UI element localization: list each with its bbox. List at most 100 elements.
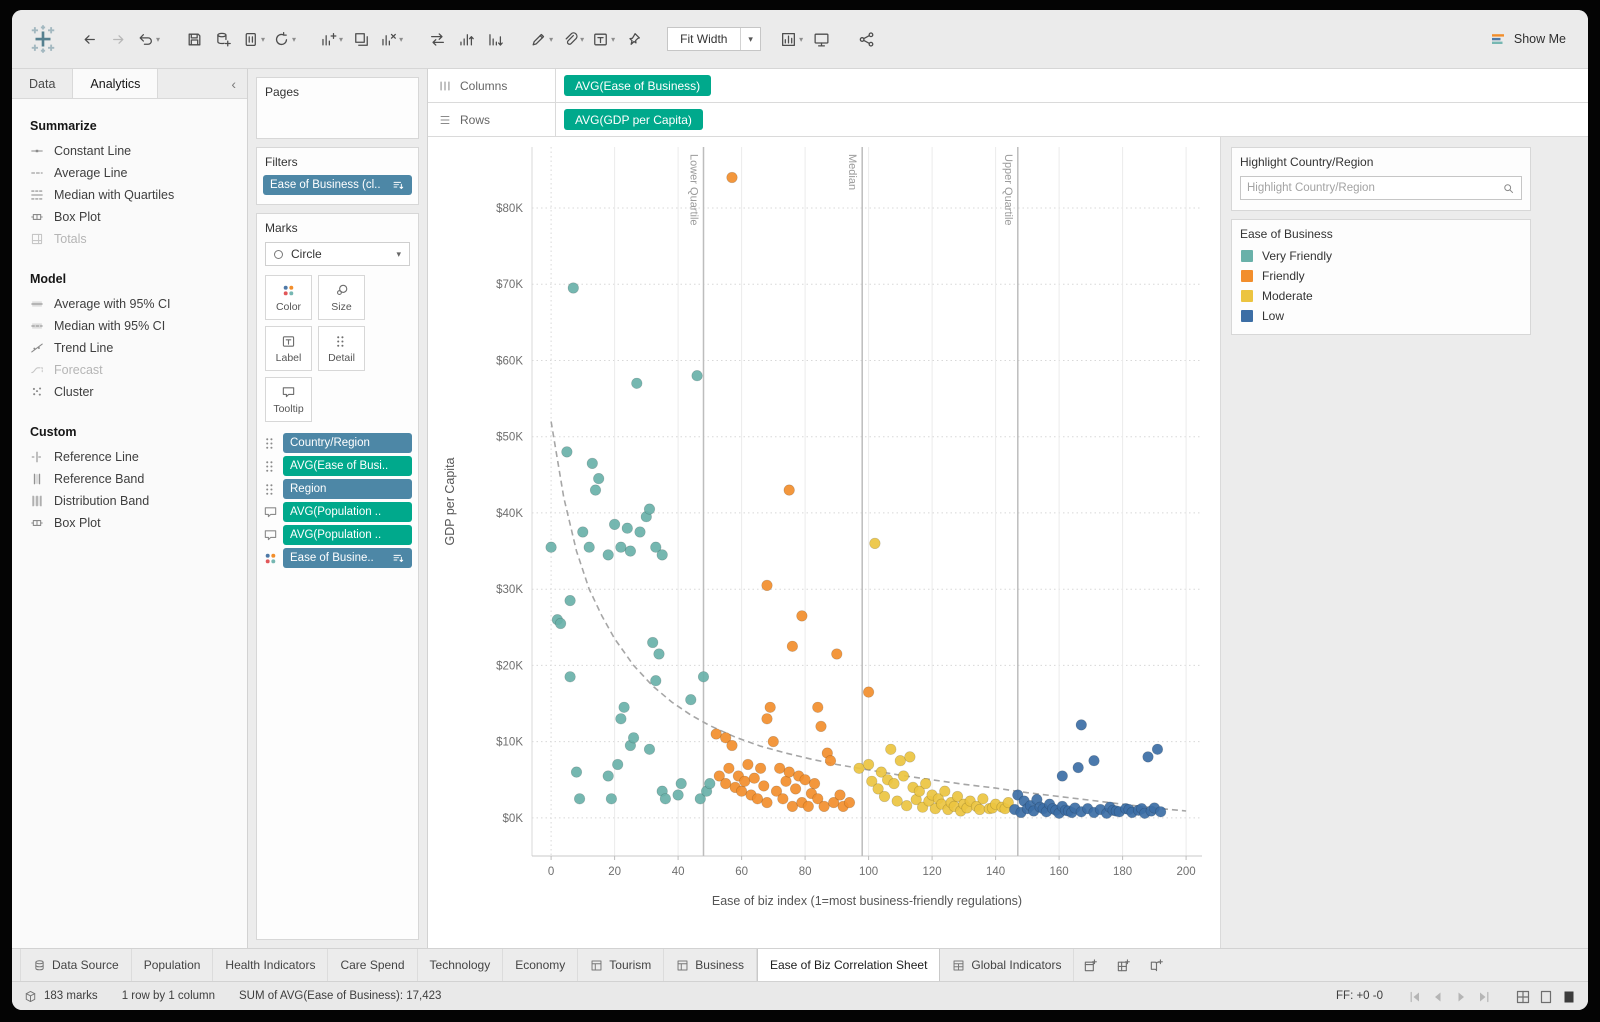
data-point[interactable] <box>891 795 903 807</box>
data-point[interactable] <box>1056 770 1068 782</box>
data-point[interactable] <box>589 484 602 496</box>
step-back-button[interactable] <box>1430 989 1445 1004</box>
sheet-tab-economy[interactable]: Economy <box>503 949 579 981</box>
data-point[interactable] <box>736 785 748 797</box>
pill-avg-ease-of-business[interactable]: AVG(Ease of Business) <box>564 75 712 96</box>
skip-start-button[interactable] <box>1407 989 1422 1004</box>
data-point[interactable] <box>634 526 646 538</box>
data-point[interactable] <box>643 743 656 755</box>
sheet-tab-tourism[interactable]: Tourism <box>578 949 665 981</box>
data-point[interactable] <box>605 793 617 805</box>
data-point[interactable] <box>672 789 684 801</box>
save-button[interactable] <box>181 26 208 52</box>
data-point[interactable] <box>685 694 697 706</box>
analytics-item-cluster[interactable]: Cluster <box>12 381 247 403</box>
data-point[interactable] <box>894 755 906 767</box>
pill-avg-gdp-per-capita[interactable]: AVG(GDP per Capita) <box>564 109 703 130</box>
data-point[interactable] <box>555 617 567 630</box>
data-point[interactable] <box>790 783 802 795</box>
data-point[interactable] <box>723 762 735 774</box>
rows-shelf[interactable]: Rows AVG(GDP per Capita) <box>428 103 1588 137</box>
pill-ease-of-business-cl[interactable]: Ease of Business (cl.. <box>263 175 412 195</box>
pill-ease-of-busine[interactable]: Ease of Busine.. <box>283 548 412 568</box>
data-point[interactable] <box>720 777 732 790</box>
analytics-item-trend-line[interactable]: Trend Line <box>12 337 247 359</box>
data-point[interactable] <box>710 728 722 740</box>
new-worksheet-button[interactable]: ▾ <box>317 26 346 52</box>
analytics-item-box-plot[interactable]: Box Plot <box>12 512 247 534</box>
data-point[interactable] <box>586 457 598 470</box>
pages-card[interactable]: Pages <box>256 77 419 139</box>
data-point[interactable] <box>786 800 799 813</box>
attach-button[interactable]: ▾ <box>558 26 587 52</box>
analytics-item-distribution-band[interactable]: Distribution Band <box>12 490 247 512</box>
analytics-item-reference-band[interactable]: Reference Band <box>12 468 247 490</box>
columns-shelf[interactable]: Columns AVG(Ease of Business) <box>428 69 1588 103</box>
data-point[interactable] <box>1142 751 1154 763</box>
data-point[interactable] <box>974 803 986 816</box>
new-dashboard-button[interactable] <box>1107 949 1140 981</box>
legend-item-low[interactable]: Low <box>1241 309 1521 323</box>
data-point[interactable] <box>612 758 624 771</box>
presentation-button[interactable] <box>808 26 835 52</box>
grid-view-button[interactable] <box>1515 989 1530 1004</box>
data-point[interactable] <box>1088 755 1100 767</box>
add-datasource-button[interactable] <box>210 26 237 52</box>
data-point[interactable] <box>939 785 951 797</box>
pill-region[interactable]: Region <box>283 479 412 499</box>
data-point[interactable] <box>799 774 811 786</box>
data-point[interactable] <box>647 636 659 649</box>
sheet-tab-data-source[interactable]: Data Source <box>20 949 132 981</box>
data-point[interactable] <box>574 793 586 805</box>
tooltip-button[interactable]: Tooltip <box>265 377 312 422</box>
clear-sheet-button[interactable]: ▾ <box>377 26 406 52</box>
data-point[interactable] <box>764 701 776 713</box>
data-point[interactable] <box>1072 761 1084 774</box>
data-point[interactable] <box>831 648 843 660</box>
data-point[interactable] <box>774 762 786 774</box>
data-point[interactable] <box>758 780 770 792</box>
pill-avg-population[interactable]: AVG(Population .. <box>283 525 412 545</box>
data-point[interactable] <box>726 739 738 752</box>
color-button[interactable]: Color <box>265 275 312 320</box>
data-point[interactable] <box>977 793 989 805</box>
data-point[interactable] <box>656 549 668 561</box>
pause-updates-button[interactable]: ▾ <box>239 26 268 52</box>
tableau-logo-icon[interactable] <box>28 24 58 54</box>
data-point[interactable] <box>755 762 767 774</box>
sheet-tab-business[interactable]: Business <box>664 949 757 981</box>
data-point[interactable] <box>561 446 573 458</box>
data-point[interactable] <box>628 732 640 744</box>
analytics-item-average-line[interactable]: Average Line <box>12 162 247 184</box>
legend-item-very-friendly[interactable]: Very Friendly <box>1241 249 1521 263</box>
data-point[interactable] <box>920 777 932 790</box>
data-point[interactable] <box>691 370 703 382</box>
highlight-button[interactable]: ▾ <box>527 26 556 52</box>
sort-asc-button[interactable] <box>453 26 480 52</box>
new-worksheet-tab-button[interactable] <box>1074 949 1107 981</box>
pill-avg-ease-of-busi[interactable]: AVG(Ease of Busi.. <box>283 456 412 476</box>
data-point[interactable] <box>809 777 821 790</box>
data-point[interactable] <box>888 777 900 790</box>
data-point[interactable] <box>602 549 614 561</box>
tab-analytics[interactable]: Analytics <box>72 69 159 98</box>
data-point[interactable] <box>697 671 710 683</box>
label-button[interactable]: ▾ <box>589 26 618 52</box>
page-view-button[interactable] <box>1538 989 1553 1004</box>
data-point[interactable] <box>615 541 627 553</box>
refresh-button[interactable]: ▾ <box>270 26 299 52</box>
data-point[interactable] <box>863 758 875 771</box>
data-point[interactable] <box>786 640 799 652</box>
data-point[interactable] <box>783 766 795 778</box>
sheet-tab-health-indicators[interactable]: Health Indicators <box>213 949 329 981</box>
data-point[interactable] <box>897 770 910 782</box>
data-point[interactable] <box>783 484 795 496</box>
swap-button[interactable] <box>424 26 451 52</box>
sheet-tab-technology[interactable]: Technology <box>418 949 504 981</box>
data-point[interactable] <box>812 701 824 713</box>
pill-avg-population[interactable]: AVG(Population .. <box>283 502 412 522</box>
data-point[interactable] <box>761 713 773 725</box>
chart-view-button[interactable]: ▾ <box>777 26 806 52</box>
data-point[interactable] <box>748 772 760 784</box>
filled-view-button[interactable] <box>1561 989 1576 1004</box>
